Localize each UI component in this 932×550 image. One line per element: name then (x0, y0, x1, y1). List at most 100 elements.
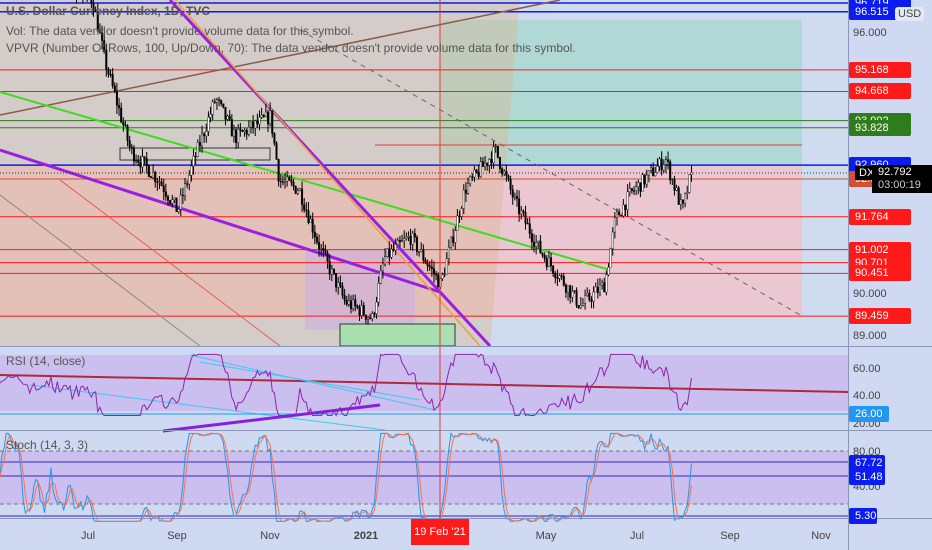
candle-body (309, 218, 312, 223)
candle-body (490, 159, 493, 163)
candle-body (579, 305, 582, 308)
candle-body (603, 282, 606, 293)
candle-body (271, 110, 274, 134)
candle-body (407, 236, 410, 238)
candle-body (662, 164, 665, 171)
candle-body (156, 181, 159, 183)
candle-body (328, 261, 331, 275)
candle-body (445, 258, 448, 275)
candle-body (158, 181, 161, 183)
candle-body (424, 259, 427, 264)
candle-body (347, 300, 350, 305)
candle-body (243, 129, 246, 132)
candle-body (481, 161, 484, 167)
candle-body (249, 121, 252, 128)
candle-body (269, 110, 272, 125)
candle-body (228, 115, 231, 120)
candle-body (173, 197, 176, 200)
candle-body (643, 174, 646, 185)
candle-body (526, 223, 529, 225)
candle-body (564, 284, 567, 293)
candle-body (166, 196, 169, 201)
candle-body (581, 303, 584, 306)
candle-body (277, 159, 280, 182)
candle-body (550, 257, 553, 267)
candle-body (592, 291, 595, 302)
candle-body (171, 199, 174, 204)
rsi-title[interactable]: RSI (14, close) (6, 354, 85, 368)
candle-body (613, 217, 616, 233)
candle-body (254, 120, 257, 129)
candle-body (430, 266, 433, 269)
candle-body (637, 182, 640, 188)
candle-body (647, 170, 650, 176)
candle-body (403, 238, 406, 241)
candle-body (207, 117, 210, 132)
candle-body (401, 240, 404, 243)
candle-body (658, 158, 661, 167)
candle-body (213, 101, 216, 103)
candle-body (345, 300, 348, 305)
currency-badge[interactable]: USD (895, 7, 925, 21)
candle-body (596, 286, 599, 293)
candle-body (264, 111, 267, 117)
candle-body (179, 194, 182, 210)
candle-body (128, 140, 131, 148)
candle-body (501, 168, 504, 174)
candle-body (556, 277, 559, 279)
candle-body (152, 172, 155, 178)
candle-body (590, 299, 593, 302)
candle-body (432, 268, 435, 275)
candle-body (509, 179, 512, 190)
candle-body (545, 258, 548, 268)
candle-body (186, 183, 189, 185)
crosshair-time-label: 19 Feb '21 (411, 519, 469, 545)
candle-body (360, 305, 363, 316)
time-tick: Nov (811, 530, 831, 542)
candle-body (339, 282, 342, 287)
candle-body (194, 155, 197, 158)
candle-body (258, 116, 261, 125)
candle-body (537, 240, 540, 243)
candle-body (281, 181, 284, 183)
candle-body (107, 68, 110, 75)
candle-body (494, 145, 497, 148)
candle-body (443, 274, 446, 276)
candle-body (343, 295, 346, 301)
candle-body (554, 273, 557, 278)
price-label: 89.459 (849, 308, 911, 325)
symbol-legend[interactable]: U.S. Dollar Currency Index, 1D, TVC (6, 4, 210, 18)
candle-body (284, 181, 287, 183)
candle-body (118, 105, 121, 109)
candle-body (498, 157, 501, 169)
candle-body (245, 129, 248, 135)
time-tick: Jul (629, 530, 645, 542)
vpvr-legend[interactable]: VPVR (Number Of Rows, 100, Up/Down, 70):… (6, 41, 576, 55)
candle-body (524, 212, 527, 224)
chart-canvas[interactable] (0, 0, 932, 550)
candle-body (690, 172, 693, 175)
candle-body (256, 120, 259, 125)
candle-body (428, 265, 431, 268)
candle-body (569, 285, 572, 298)
candle-body (522, 210, 525, 213)
candle-body (124, 124, 127, 126)
candle-body (198, 142, 201, 147)
candle-body (464, 189, 467, 194)
volume-legend[interactable]: Vol: The data vendor doesn't provide vol… (6, 24, 354, 38)
candle-body (386, 248, 389, 257)
candle-body (669, 161, 672, 181)
candle-body (450, 236, 453, 248)
candle-body (241, 130, 244, 132)
candle-body (160, 181, 163, 186)
candle-body (505, 171, 508, 177)
stoch-title[interactable]: Stoch (14, 3, 3) (6, 438, 88, 452)
candle-body (322, 248, 325, 251)
candle-body (684, 193, 687, 204)
rsi-tick: 60.00 (853, 363, 881, 375)
candle-body (377, 282, 380, 303)
candle-body (533, 241, 536, 247)
candle-body (354, 299, 357, 307)
candle-body (609, 248, 612, 268)
candle-body (633, 190, 636, 192)
